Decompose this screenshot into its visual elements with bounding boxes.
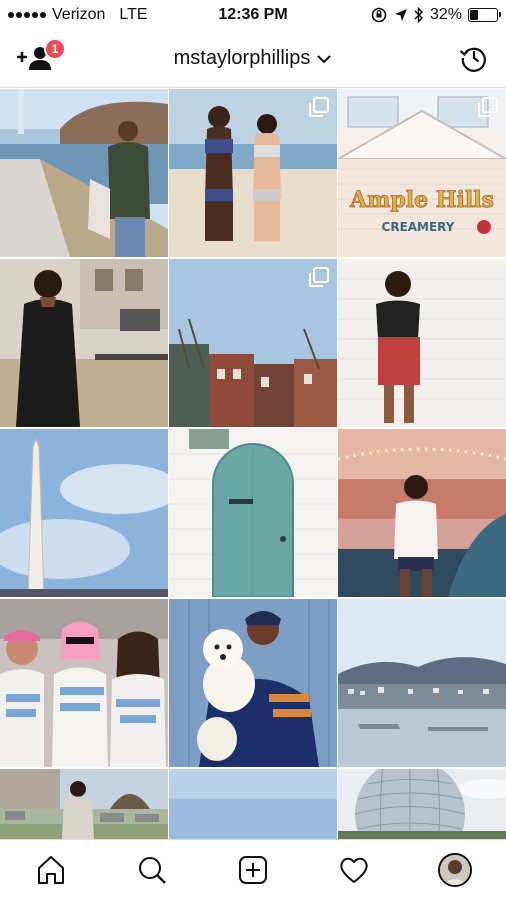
post-image (0, 259, 168, 427)
post-thumbnail[interactable] (338, 259, 506, 427)
history-icon (459, 47, 486, 72)
multiple-photos-icon (478, 97, 498, 117)
multiple-photos-icon (309, 267, 329, 287)
chevron-down-icon (317, 54, 332, 63)
network-type: LTE (119, 6, 148, 23)
post-image (0, 769, 168, 839)
nav-search[interactable] (132, 850, 172, 890)
post-thumbnail[interactable] (169, 89, 337, 257)
post-image (169, 769, 337, 839)
bottom-tab-bar (0, 839, 506, 900)
new-post-icon (238, 856, 267, 884)
notification-badge: 1 (44, 38, 66, 60)
post-thumbnail[interactable] (338, 599, 506, 767)
post-thumbnail[interactable] (0, 259, 168, 427)
battery-icon (468, 8, 501, 22)
post-thumbnail[interactable] (0, 769, 168, 839)
bluetooth-icon (414, 7, 424, 23)
post-image (338, 769, 506, 839)
post-image (338, 599, 506, 767)
nav-home[interactable] (31, 850, 71, 890)
post-thumbnail[interactable] (0, 89, 168, 257)
profile-header: 1 mstaylorphillips (0, 30, 506, 88)
sign-text-main: Ample Hills (349, 187, 494, 213)
search-icon (138, 857, 166, 884)
post-thumbnail[interactable] (338, 769, 506, 839)
nav-activity[interactable] (334, 850, 374, 890)
post-image (0, 599, 168, 767)
post-thumbnail[interactable] (169, 259, 337, 427)
post-thumbnail[interactable] (0, 429, 168, 597)
post-thumbnail[interactable] (169, 599, 337, 767)
status-icons: 32% (370, 6, 501, 24)
activity-heart-icon (340, 857, 368, 883)
screen-rotation-lock-icon (371, 7, 387, 23)
post-image (338, 259, 506, 427)
profile-avatar (438, 853, 473, 887)
post-thumbnail[interactable]: Ample Hills CREAMERY (338, 89, 506, 257)
post-image (0, 89, 168, 257)
home-icon (37, 856, 64, 884)
status-bar: Verizon LTE 12:36 PM 32% (0, 0, 506, 30)
post-image (338, 429, 506, 597)
battery-percent: 32% (429, 6, 462, 23)
multiple-photos-icon (309, 97, 329, 117)
carrier-name: Verizon (52, 6, 106, 23)
account-switcher[interactable]: mstaylorphillips (174, 47, 333, 70)
discover-people-button[interactable]: 1 (16, 38, 66, 76)
location-arrow-icon (394, 9, 407, 21)
post-image (169, 429, 337, 597)
post-image (0, 429, 168, 597)
nav-new-post[interactable] (233, 850, 273, 890)
posts-grid: Ample Hills CREAMERY (0, 89, 506, 839)
post-thumbnail[interactable] (0, 599, 168, 767)
archive-button[interactable] (458, 42, 490, 74)
sign-text-sub: CREAMERY (382, 220, 455, 234)
post-image (169, 599, 337, 767)
post-thumbnail[interactable] (169, 769, 337, 839)
post-thumbnail[interactable] (338, 429, 506, 597)
carrier-info: Verizon LTE (8, 6, 148, 24)
nav-profile[interactable] (435, 850, 475, 890)
profile-username: mstaylorphillips (173, 47, 311, 69)
post-thumbnail[interactable] (169, 429, 337, 597)
signal-strength-icon (8, 12, 46, 18)
